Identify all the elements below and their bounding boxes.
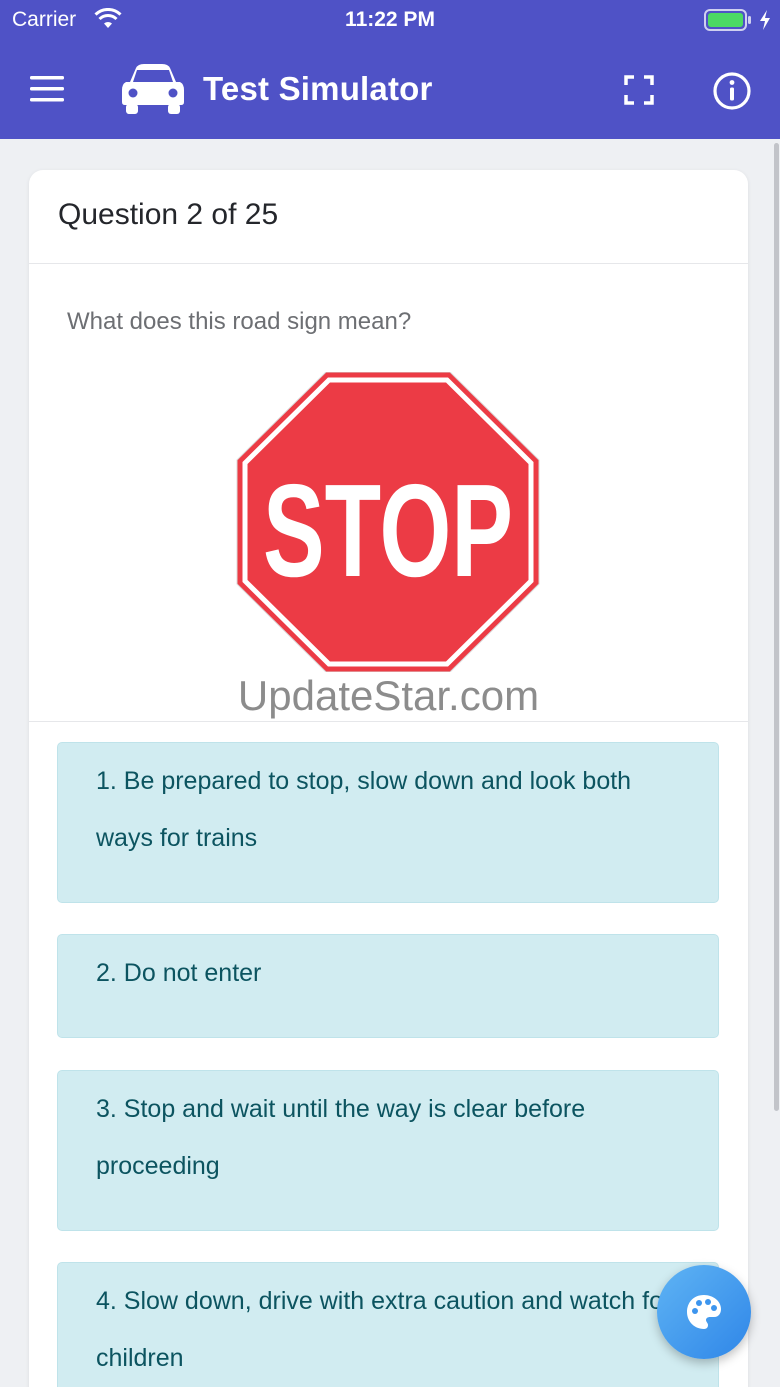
stop-sign-text: STOP (263, 457, 513, 604)
battery-icon (704, 9, 751, 31)
menu-icon[interactable] (22, 68, 72, 110)
stop-sign-image: STOP (236, 372, 540, 672)
divider (29, 721, 748, 722)
theme-fab-button[interactable] (657, 1265, 751, 1359)
status-bar: Carrier 11:22 PM (0, 0, 780, 40)
answer-option-3[interactable]: 3. Stop and wait until the way is clear … (57, 1070, 719, 1231)
clock: 11:22 PM (345, 8, 435, 31)
palette-icon (687, 1295, 721, 1329)
watermark: UpdateStar.com (237, 672, 540, 719)
scrollbar[interactable] (774, 143, 779, 1111)
card-header: Question 2 of 25 (29, 170, 748, 264)
info-icon[interactable] (710, 69, 754, 113)
answer-option-4[interactable]: 4. Slow down, drive with extra caution a… (57, 1262, 719, 1387)
answer-option-1[interactable]: 1. Be prepared to stop, slow down and lo… (57, 742, 719, 903)
question-card: Question 2 of 25 What does this road sig… (29, 170, 748, 1387)
app-header: Carrier 11:22 PM Test Simulator (0, 0, 780, 139)
car-icon (122, 64, 184, 114)
question-counter: Question 2 of 25 (58, 198, 279, 231)
answer-option-2[interactable]: 2. Do not enter (57, 934, 719, 1038)
fullscreen-icon[interactable] (618, 69, 660, 111)
charging-bolt-icon (760, 10, 770, 30)
app-bar: Test Simulator (0, 40, 780, 139)
question-prompt: What does this road sign mean? (67, 308, 412, 335)
app-title: Test Simulator (203, 70, 433, 107)
